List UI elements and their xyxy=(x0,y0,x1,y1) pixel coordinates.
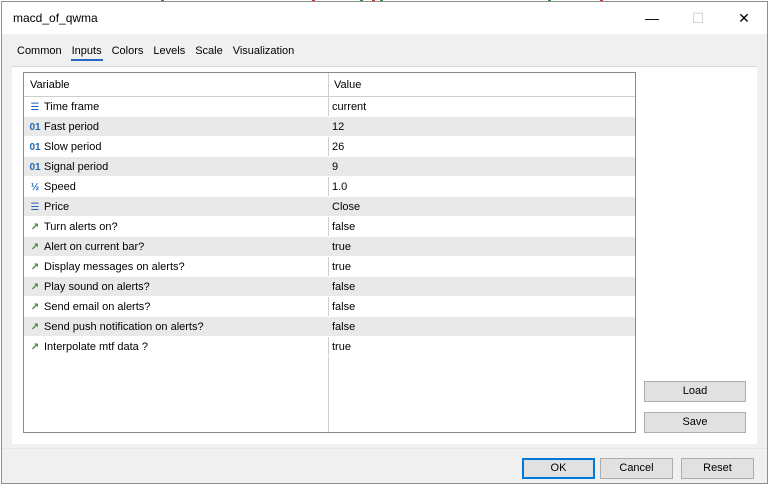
bool-icon: ↗ xyxy=(30,341,40,353)
footer-divider xyxy=(2,448,767,449)
table-row[interactable]: 01 Slow period 26 xyxy=(24,137,635,157)
table-row[interactable]: ↗ Interpolate mtf data ? true xyxy=(24,337,635,357)
properties-dialog: macd_of_qwma — ☐ ✕ Common Inputs Colors … xyxy=(1,1,768,484)
variable-label: Speed xyxy=(44,181,76,193)
enum-icon: ☰ xyxy=(30,201,40,213)
variable-value[interactable]: false xyxy=(332,301,355,313)
variable-value[interactable]: 26 xyxy=(332,141,344,153)
variable-value[interactable]: false xyxy=(332,221,355,233)
variable-value[interactable]: 9 xyxy=(332,161,338,173)
inputs-grid: Variable Value ☰ Time frame current 01 Fast … xyxy=(23,72,636,433)
close-button[interactable]: ✕ xyxy=(721,2,767,34)
variable-label: Display messages on alerts? xyxy=(44,261,185,273)
bool-icon: ↗ xyxy=(30,241,40,253)
integer-icon: 01 xyxy=(29,121,41,133)
bool-icon: ↗ xyxy=(30,301,40,313)
variable-value[interactable]: true xyxy=(332,261,351,273)
variable-label: Slow period xyxy=(44,141,102,153)
tab-levels[interactable]: Levels xyxy=(148,42,190,62)
table-row[interactable]: ☰ Time frame current xyxy=(24,97,635,117)
ok-button[interactable]: OK xyxy=(522,458,595,479)
enum-icon: ☰ xyxy=(30,101,40,113)
variable-value[interactable]: current xyxy=(332,101,366,113)
maximize-button[interactable]: ☐ xyxy=(675,2,721,34)
variable-value[interactable]: true xyxy=(332,341,351,353)
table-row[interactable]: ☰ Price Close xyxy=(24,197,635,217)
table-row[interactable]: ↗ Turn alerts on? false xyxy=(24,217,635,237)
tab-colors[interactable]: Colors xyxy=(107,42,149,62)
table-row[interactable]: ↗ Play sound on alerts? false xyxy=(24,277,635,297)
bool-icon: ↗ xyxy=(30,281,40,293)
table-row[interactable]: ↗ Send push notification on alerts? false xyxy=(24,317,635,337)
variable-label: Signal period xyxy=(44,161,109,173)
table-row[interactable]: ↗ Send email on alerts? false xyxy=(24,297,635,317)
cancel-button[interactable]: Cancel xyxy=(600,458,673,479)
close-icon: ✕ xyxy=(738,9,750,26)
table-row[interactable]: ↗ Display messages on alerts? true xyxy=(24,257,635,277)
integer-icon: 01 xyxy=(29,141,41,153)
bool-icon: ↗ xyxy=(30,261,40,273)
window-title: macd_of_qwma xyxy=(13,11,98,25)
bool-icon: ↗ xyxy=(30,321,40,333)
variable-label: Fast period xyxy=(44,121,100,133)
variable-value[interactable]: 1.0 xyxy=(332,181,347,193)
title-bar[interactable]: macd_of_qwma — ☐ ✕ xyxy=(2,2,767,34)
variable-value[interactable]: 12 xyxy=(332,121,344,133)
table-row[interactable]: 01 Signal period 9 xyxy=(24,157,635,177)
variable-label: Price xyxy=(44,201,70,213)
variable-label: Interpolate mtf data ? xyxy=(44,341,148,353)
variable-value[interactable]: false xyxy=(332,321,355,333)
tab-bar: Common Inputs Colors Levels Scale Visual… xyxy=(12,42,299,64)
save-button[interactable]: Save xyxy=(644,412,746,433)
column-header-variable[interactable]: Variable xyxy=(30,79,70,91)
variable-label: Send push notification on alerts? xyxy=(44,321,204,333)
bool-icon: ↗ xyxy=(30,221,40,233)
variable-label: Play sound on alerts? xyxy=(44,281,150,293)
variable-label: Alert on current bar? xyxy=(44,241,145,253)
tab-scale[interactable]: Scale xyxy=(190,42,228,62)
variable-label: Time frame xyxy=(44,101,100,113)
integer-icon: 01 xyxy=(29,161,41,173)
maximize-icon: ☐ xyxy=(691,9,705,26)
column-header-value[interactable]: Value xyxy=(334,79,361,91)
table-row[interactable]: ½ Speed 1.0 xyxy=(24,177,635,197)
variable-value[interactable]: Close xyxy=(332,201,360,213)
variable-label: Send email on alerts? xyxy=(44,301,151,313)
minimize-button[interactable]: — xyxy=(629,2,675,34)
table-row[interactable]: 01 Fast period 12 xyxy=(24,117,635,137)
tab-visualization[interactable]: Visualization xyxy=(228,42,300,62)
reset-button[interactable]: Reset xyxy=(681,458,754,479)
tab-common[interactable]: Common xyxy=(12,42,67,62)
double-icon: ½ xyxy=(30,181,40,193)
dialog-body: Common Inputs Colors Levels Scale Visual… xyxy=(2,34,767,483)
variable-value[interactable]: true xyxy=(332,241,351,253)
tab-inputs[interactable]: Inputs xyxy=(67,42,107,62)
minimize-icon: — xyxy=(645,10,659,26)
variable-label: Turn alerts on? xyxy=(44,221,118,233)
load-button[interactable]: Load xyxy=(644,381,746,402)
grid-header: Variable Value xyxy=(24,73,635,97)
table-row[interactable]: ↗ Alert on current bar? true xyxy=(24,237,635,257)
variable-value[interactable]: false xyxy=(332,281,355,293)
